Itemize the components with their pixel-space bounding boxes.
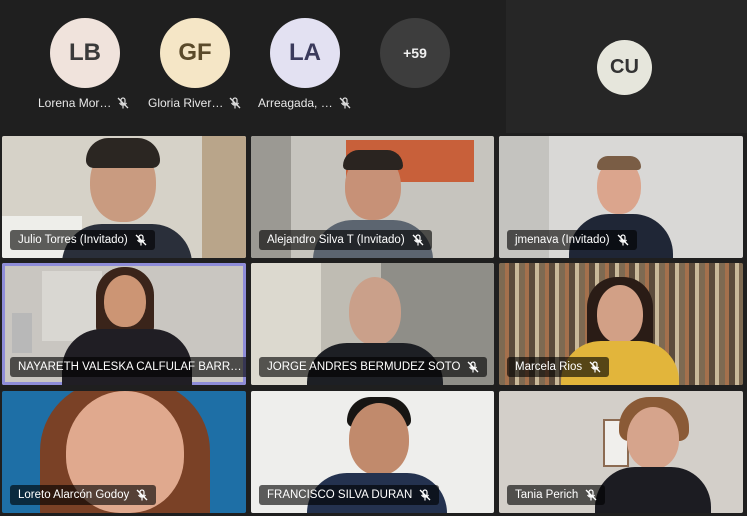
participant-label: Marcela Rios bbox=[507, 357, 610, 377]
mic-muted-icon bbox=[585, 489, 597, 501]
participant-label: Alejandro Silva T (Invitado) bbox=[259, 230, 432, 250]
participant-label: jmenava (Invitado) bbox=[507, 230, 637, 250]
video-tile-jorge[interactable]: JORGE ANDRES BERMUDEZ SOTO bbox=[251, 263, 494, 385]
mic-muted-icon bbox=[136, 489, 148, 501]
self-avatar[interactable]: CU bbox=[597, 40, 652, 95]
mic-muted-icon bbox=[617, 234, 629, 246]
more-participants-button[interactable]: +59 bbox=[380, 18, 450, 88]
video-tile-nayareth[interactable]: NAYARETH VALESKA CALFULAF BARR… bbox=[2, 263, 246, 385]
participant-avatar-la[interactable]: LA bbox=[255, 18, 355, 88]
participant-name-la: Arreagada, … bbox=[258, 96, 351, 110]
mic-muted-icon bbox=[135, 234, 147, 246]
video-tile-loreto[interactable]: Loreto Alarcón Godoy bbox=[2, 391, 246, 513]
avatar: LA bbox=[270, 18, 340, 88]
participant-label: Julio Torres (Invitado) bbox=[10, 230, 155, 250]
video-tile-julio[interactable]: Julio Torres (Invitado) bbox=[2, 136, 246, 258]
participant-name-lb: Lorena Mor… bbox=[38, 96, 129, 110]
participant-label: FRANCISCO SILVA DURAN bbox=[259, 485, 440, 505]
mic-muted-icon bbox=[419, 489, 431, 501]
participant-name-gf: Gloria River… bbox=[148, 96, 241, 110]
avatar: GF bbox=[160, 18, 230, 88]
participant-label: JORGE ANDRES BERMUDEZ SOTO bbox=[259, 357, 488, 377]
mic-muted-icon bbox=[589, 361, 601, 373]
mic-muted-icon bbox=[467, 361, 479, 373]
mic-muted-icon bbox=[229, 97, 241, 109]
video-tile-marcela[interactable]: Marcela Rios bbox=[499, 263, 743, 385]
participant-avatar-gf[interactable]: GF bbox=[145, 18, 245, 88]
participant-label: NAYARETH VALESKA CALFULAF BARR… bbox=[10, 357, 246, 377]
mic-muted-icon bbox=[412, 234, 424, 246]
mic-muted-icon bbox=[339, 97, 351, 109]
avatar: LB bbox=[50, 18, 120, 88]
video-tile-tania[interactable]: Tania Perich bbox=[499, 391, 743, 513]
mic-muted-icon bbox=[117, 97, 129, 109]
video-tile-alejandro[interactable]: Alejandro Silva T (Invitado) bbox=[251, 136, 494, 258]
participant-avatar-lb[interactable]: LB bbox=[35, 18, 135, 88]
participant-label: Tania Perich bbox=[507, 485, 606, 505]
video-tile-jmenava[interactable]: jmenava (Invitado) bbox=[499, 136, 743, 258]
participant-label: Loreto Alarcón Godoy bbox=[10, 485, 157, 505]
video-tile-francisco[interactable]: FRANCISCO SILVA DURAN bbox=[251, 391, 494, 513]
